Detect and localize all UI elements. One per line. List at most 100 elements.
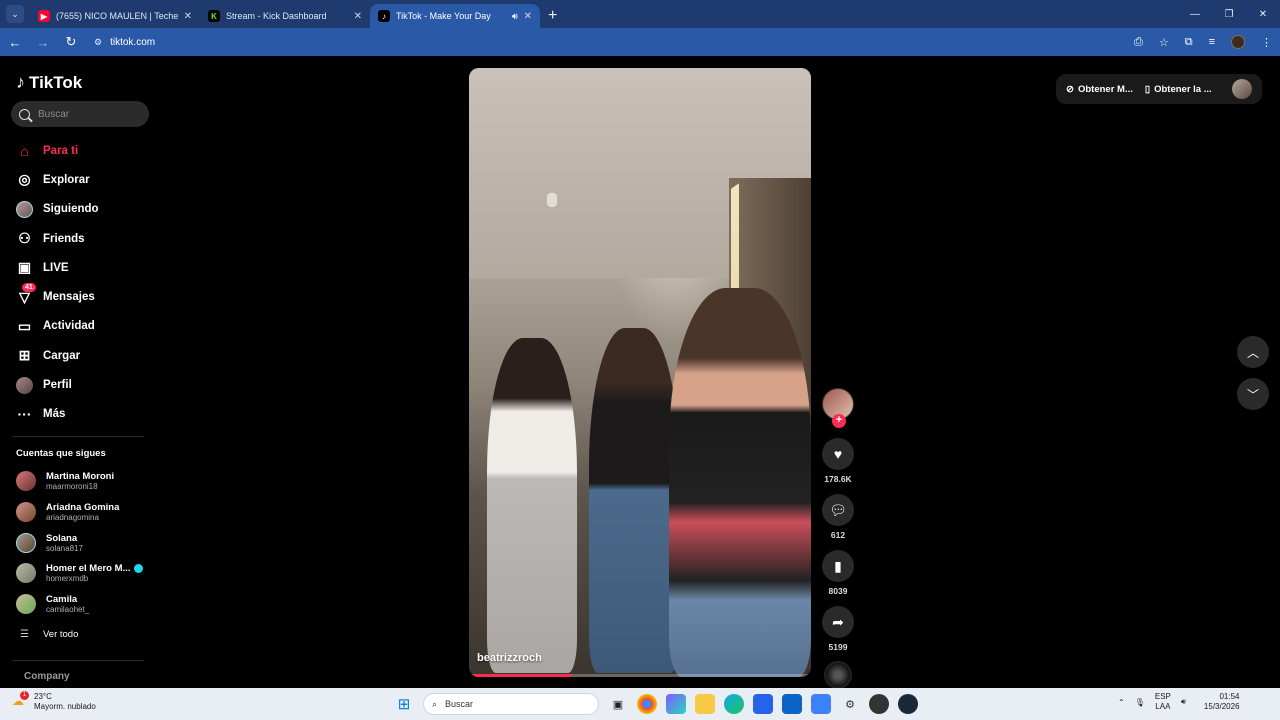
browser-menu-icon[interactable]: ⋮ (1261, 36, 1272, 49)
menu-item-friends[interactable]: ⚇ Friends (16, 224, 99, 253)
extensions-icon[interactable]: ⧉ (1185, 36, 1193, 49)
close-window-icon[interactable]: ✕ (1246, 9, 1280, 20)
menu-item-perfil[interactable]: Perfil (16, 370, 99, 399)
chevron-up-icon[interactable]: ︿ (1237, 336, 1269, 368)
list-item[interactable]: Camila camilaohet_ (16, 589, 143, 620)
menu-item-mas[interactable]: ··· Más (16, 400, 99, 429)
list-item[interactable]: Ariadna Gomina ariadnagomina (16, 497, 143, 528)
video-player[interactable]: beatrizzroch (469, 68, 811, 677)
video-actions: + ♥ 178.6K 💬︎ 612 ▮ 8039 ➦ 5199 (820, 388, 856, 689)
tiktok-icon: ♪ (378, 10, 390, 22)
language-indicator[interactable]: ESP LAA (1155, 692, 1171, 712)
tab-title: (7655) NICO MAULEN | Techeng (56, 11, 178, 21)
menu-item-explorar[interactable]: ◎ Explorar (16, 165, 99, 194)
tab-title: TikTok - Make Your Day (396, 11, 491, 21)
sidebar-divider (12, 660, 144, 661)
tiktok-logo[interactable]: ♪ TikTok (16, 72, 82, 93)
reload-icon[interactable]: ↻ (64, 34, 78, 50)
bookmark-icon[interactable]: ▮ (822, 550, 854, 582)
task-view-icon[interactable]: ▣ (608, 694, 628, 714)
media-controls-icon[interactable]: ≡ (1209, 36, 1215, 48)
share-icon[interactable]: ➦ (822, 606, 854, 638)
menu-item-actividad[interactable]: ▭ Actividad (16, 312, 99, 341)
list-item[interactable]: Solana solana817 (16, 527, 143, 558)
speaker-icon[interactable]: 🔊︎ (512, 11, 518, 22)
bookmark-star-icon[interactable]: ☆ (1159, 36, 1169, 49)
windows-start-icon[interactable]: ⊞ (394, 694, 414, 714)
music-disc-icon[interactable] (824, 661, 852, 689)
edge-icon[interactable] (724, 694, 744, 714)
chevron-up-icon[interactable]: ⌃ (1118, 698, 1125, 707)
outlook-icon[interactable] (782, 694, 802, 714)
tab-kick[interactable]: K Stream - Kick Dashboard ✕ (200, 4, 370, 28)
account-name: Solana (46, 532, 78, 544)
menu-item-para-ti[interactable]: ⌂ Para ti (16, 136, 99, 165)
save-action: ▮ 8039 (822, 550, 854, 596)
volume-icon[interactable]: 🔊︎ (1181, 697, 1186, 707)
clock[interactable]: 01:54 15/3/2026 (1204, 692, 1240, 712)
menu-label: LIVE (43, 261, 69, 274)
search-placeholder: Buscar (38, 108, 70, 120)
weather-cloud-icon: ☁ 1 (12, 691, 29, 710)
weather-widget[interactable]: ☁ 1 23°C Mayorm. nublado (12, 691, 96, 712)
list-item[interactable]: Homer el Mero M... homerxmdb (16, 558, 144, 589)
browser-profile-avatar[interactable] (1231, 35, 1245, 49)
following-list: Martina Moroni maarmoroni18 Ariadna Gomin… (16, 466, 144, 620)
live-icon: ▣ (17, 259, 32, 276)
time: 01:54 (1219, 692, 1240, 701)
install-app-icon[interactable]: ⎙ (1134, 36, 1143, 49)
settings-gear-icon[interactable]: ⚙ (840, 694, 860, 714)
menu-item-cargar[interactable]: ⊞ Cargar (16, 341, 99, 370)
new-tab-button[interactable]: + (548, 7, 557, 25)
user-avatar[interactable] (1232, 79, 1252, 99)
menu-item-live[interactable]: ▣ LIVE (16, 253, 99, 282)
steam-icon[interactable] (898, 694, 918, 714)
taskbar-search-input[interactable]: ⌕ Buscar (423, 693, 599, 715)
video-username[interactable]: beatrizzroch (477, 652, 542, 664)
site-info-icon[interactable]: ⚙ (94, 37, 102, 48)
video-progress-bar[interactable] (469, 674, 811, 677)
obs-icon[interactable] (869, 694, 889, 714)
video-navigation: ︿ ﹀ (1237, 336, 1269, 410)
tab-search-button[interactable]: ⌄ (6, 5, 24, 23)
lang-bottom: LAA (1155, 702, 1171, 711)
list-icon: ☰ (20, 629, 29, 640)
comment-count: 612 (830, 530, 846, 540)
company-link[interactable]: Company (24, 671, 70, 682)
menu-item-siguiendo[interactable]: Siguiendo (16, 195, 99, 224)
file-explorer-icon[interactable] (695, 694, 715, 714)
get-app-button[interactable]: ▯ Obtener la ... (1145, 84, 1212, 95)
avatar (16, 471, 36, 492)
chrome-icon[interactable] (637, 694, 657, 714)
close-tab-icon[interactable]: ✕ (524, 11, 532, 22)
close-tab-icon[interactable]: ✕ (354, 11, 362, 22)
sidebar-divider (12, 436, 144, 437)
minimize-icon[interactable]: — (1178, 9, 1212, 20)
comment-icon[interactable]: 💬︎ (822, 494, 854, 526)
get-coins-button[interactable]: ⊘ Obtener M... (1066, 84, 1133, 95)
search-input[interactable]: Buscar (11, 101, 149, 127)
heart-icon[interactable]: ♥ (822, 438, 854, 470)
tab-tiktok[interactable]: ♪ TikTok - Make Your Day 🔊︎ ✕ (370, 4, 540, 28)
creator-avatar[interactable]: + (822, 388, 854, 428)
microphone-icon[interactable]: 🎙︎ (1135, 698, 1145, 707)
weather-badge: 1 (20, 691, 29, 700)
list-item[interactable]: Martina Moroni maarmoroni18 (16, 466, 143, 497)
tab-youtube[interactable]: ▶ (7655) NICO MAULEN | Techeng ✕ (30, 4, 200, 28)
follow-plus-icon[interactable]: + (832, 414, 846, 428)
back-icon[interactable]: ← (8, 35, 22, 50)
account-handle: camilaohet_ (46, 605, 90, 615)
photos-icon[interactable] (811, 694, 831, 714)
close-tab-icon[interactable]: ✕ (184, 11, 192, 22)
restore-icon[interactable]: ❐ (1212, 9, 1246, 20)
see-all-button[interactable]: ☰ Ver todo (20, 629, 78, 640)
menu-item-mensajes[interactable]: ▽ 41 Mensajes (16, 282, 99, 311)
store-icon[interactable] (753, 694, 773, 714)
logo-text: TikTok (29, 72, 83, 92)
chevron-down-icon[interactable]: ﹀ (1237, 378, 1269, 410)
forward-icon[interactable]: → (36, 35, 50, 50)
avatar (16, 532, 36, 553)
url-field[interactable]: ⚙ tiktok.com (92, 32, 1120, 52)
copilot-icon[interactable] (666, 694, 686, 714)
account-name: Ariadna Gomina (46, 502, 120, 514)
